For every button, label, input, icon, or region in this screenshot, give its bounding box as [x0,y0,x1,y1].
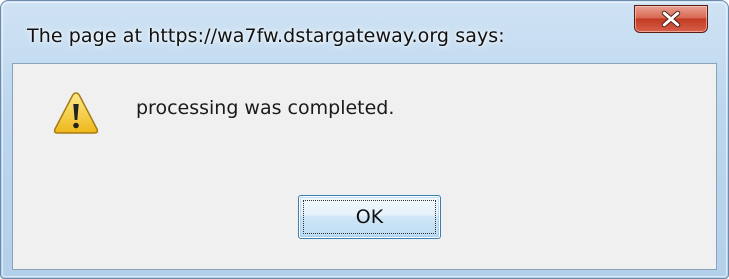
warning-icon [51,89,101,139]
dialog-body: processing was completed. OK [12,63,717,270]
title-bar[interactable]: The page at https://wa7fw.dstargateway.o… [1,1,728,63]
close-button[interactable] [634,5,708,33]
dialog-message: processing was completed. [136,97,395,119]
ok-button[interactable]: OK [298,195,441,239]
dialog-title: The page at https://wa7fw.dstargateway.o… [27,25,505,47]
alert-dialog: The page at https://wa7fw.dstargateway.o… [0,0,729,279]
close-icon [635,6,707,32]
ok-button-label: OK [355,206,384,228]
